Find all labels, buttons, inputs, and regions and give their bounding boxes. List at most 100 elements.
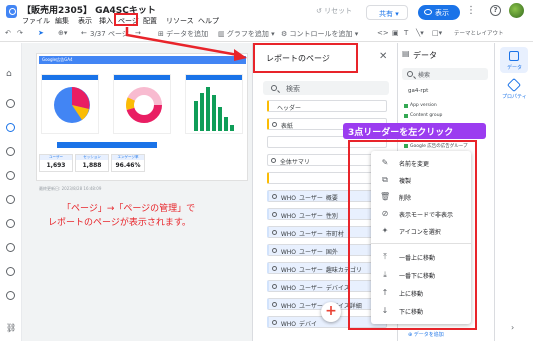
donut-chart-block[interactable] xyxy=(113,74,171,134)
block-title-bar xyxy=(114,75,170,80)
callout-label: 3点リーダーを左クリック xyxy=(343,123,486,139)
data-icon xyxy=(509,51,519,61)
add-page-button[interactable]: + xyxy=(321,302,341,322)
menu-file[interactable]: ファイル xyxy=(22,16,50,26)
prev-page-icon[interactable]: ← xyxy=(81,29,87,37)
pencil-icon: ✎ xyxy=(381,158,389,167)
next-page-icon[interactable]: → xyxy=(135,29,141,37)
bar-chart xyxy=(194,87,234,131)
avatar[interactable] xyxy=(509,3,524,18)
report-canvas[interactable]: Google広告GA4 ユーザー 1,693 セッション 1,888 エンゲージ… xyxy=(22,43,252,341)
code-icon[interactable]: <> xyxy=(377,29,389,37)
delete-menu-item[interactable]: 🗑 削除 xyxy=(371,189,471,205)
field-item[interactable]: Content group xyxy=(404,113,442,118)
metric-card[interactable]: セッション 1,888 xyxy=(75,154,109,172)
page-icon xyxy=(272,230,277,235)
move-up-menu-item[interactable]: ↑ 上に移動 xyxy=(371,285,471,301)
page-icon[interactable] xyxy=(6,243,15,252)
page-icon xyxy=(272,266,277,271)
move-down-menu-item[interactable]: ↓ 下に移動 xyxy=(371,303,471,319)
metric-card[interactable]: エンゲージ率 96.46% xyxy=(111,154,145,172)
page-icon[interactable] xyxy=(6,219,15,228)
property-tab-label[interactable]: プロパティ xyxy=(502,93,527,100)
dimension-icon xyxy=(404,114,408,118)
table-icon: ▤ xyxy=(402,49,410,58)
page-item[interactable]: ヘッダー xyxy=(267,100,387,112)
share-button[interactable]: 共有 ▾ xyxy=(366,5,408,20)
bar-chart-block[interactable] xyxy=(185,74,243,134)
metrics-header-bar xyxy=(57,142,157,148)
more-vert-icon[interactable]: ⋮ xyxy=(466,5,476,16)
chevron-right-icon[interactable]: › xyxy=(511,323,514,332)
field-item[interactable]: App version xyxy=(404,103,437,108)
data-source-name[interactable]: ga4-rpt xyxy=(408,88,428,94)
search-icon xyxy=(407,71,413,77)
menu-edit[interactable]: 編集 xyxy=(55,16,69,26)
toolbar: ↶ ↷ ➤ ⊕▾ ← 3/37 ページ → ⊞ データを追加 ▥ グラフを追加 … xyxy=(0,28,533,42)
close-icon[interactable]: ✕ xyxy=(379,51,387,62)
top-bar: 【販売用2305】 GA4SCキット ファイル 編集 表示 挿入 ページ 配置 … xyxy=(0,0,533,28)
menu-divider xyxy=(371,243,471,244)
menu-arrange[interactable]: 配置 xyxy=(143,16,157,26)
block-title-bar xyxy=(42,75,98,80)
help-icon[interactable]: ? xyxy=(490,5,501,16)
menu-resource[interactable]: リソース xyxy=(166,16,194,26)
block-title-bar xyxy=(186,75,242,80)
page-icon[interactable] xyxy=(6,291,15,300)
page-icon[interactable] xyxy=(6,267,15,276)
report-updated-caption: 最終更新日: 2023/8/28 16:48:09 xyxy=(39,186,102,191)
rename-menu-item[interactable]: ✎ 名前を変更 xyxy=(371,155,471,171)
line-icon[interactable]: ╲▾ xyxy=(416,29,424,37)
move-to-bottom-menu-item[interactable]: ⤓ 一番下に移動 xyxy=(371,267,471,283)
eye-icon xyxy=(424,9,432,15)
menu-help[interactable]: ヘルプ xyxy=(198,16,219,26)
page-indicator[interactable]: 3/37 ページ xyxy=(90,29,129,39)
add-control-button[interactable]: ⚙ コントロールを追加 ▾ xyxy=(281,29,358,39)
theme-layout-button[interactable]: テーマとレイアウト xyxy=(454,29,504,37)
arrow-up-icon: ↑ xyxy=(381,288,389,297)
page-icon[interactable] xyxy=(6,195,15,204)
add-data-link[interactable]: ⊕ データを追加 xyxy=(408,331,444,338)
redo-icon[interactable]: ↷ xyxy=(17,29,23,37)
data-search-input[interactable]: 検索 xyxy=(402,68,488,80)
metric-value: 1,693 xyxy=(46,162,66,169)
data-tab-label: データ xyxy=(507,65,523,71)
zoom-icon[interactable]: ⊕▾ xyxy=(58,29,67,37)
report-page-preview[interactable]: Google広告GA4 ユーザー 1,693 セッション 1,888 エンゲージ… xyxy=(36,53,248,191)
menu-view[interactable]: 表示 xyxy=(78,16,92,26)
pages-search-input[interactable]: 検索 xyxy=(263,81,389,95)
text-icon[interactable]: T xyxy=(404,29,408,37)
undo-icon[interactable]: ↶ xyxy=(5,29,11,37)
page-icon xyxy=(272,248,277,253)
page-icon[interactable] xyxy=(6,171,15,180)
menu-insert[interactable]: 挿入 xyxy=(99,16,113,26)
move-bottom-icon: ⤓ xyxy=(383,270,387,279)
add-chart-button[interactable]: ▥ グラフを追加 ▾ xyxy=(218,29,275,39)
arrow-down-icon: ↓ xyxy=(381,306,389,315)
expand-rail-icon[interactable]: › xyxy=(8,326,11,335)
hide-in-view-menu-item[interactable]: ⊘ 表示モードで非表示 xyxy=(371,206,471,222)
home-icon[interactable]: ⌂ xyxy=(6,69,12,79)
view-button[interactable]: 表示 xyxy=(418,5,460,20)
looker-studio-logo-icon[interactable] xyxy=(6,5,17,18)
duplicate-menu-item[interactable]: ⧉ 複製 xyxy=(371,172,471,188)
reset-button[interactable]: ↺ リセット xyxy=(316,6,352,16)
page-icon xyxy=(271,158,276,163)
shape-icon[interactable]: □▾ xyxy=(432,29,442,37)
pie-chart-block[interactable] xyxy=(41,74,99,134)
info-icon[interactable] xyxy=(6,99,15,108)
menu-page-highlight xyxy=(114,13,138,26)
property-icon[interactable] xyxy=(506,77,522,93)
add-data-button[interactable]: ⊞ データを追加 xyxy=(158,29,208,39)
instruction-note-line2: レポートのページが表示されます。 xyxy=(48,218,191,228)
metric-card[interactable]: ユーザー 1,693 xyxy=(39,154,73,172)
left-rail: ⌂ ⛓ xyxy=(0,43,22,341)
data-tab[interactable]: データ xyxy=(500,47,528,73)
page-icon xyxy=(272,122,277,127)
page-icon[interactable] xyxy=(6,123,15,132)
move-to-top-menu-item[interactable]: ⤒ 一番上に移動 xyxy=(371,249,471,265)
choose-icon-menu-item[interactable]: ✦ アイコンを選択 xyxy=(371,223,471,239)
select-icon[interactable]: ➤ xyxy=(38,29,44,37)
page-icon[interactable] xyxy=(6,147,15,156)
image-icon[interactable]: ▣ xyxy=(392,29,399,37)
